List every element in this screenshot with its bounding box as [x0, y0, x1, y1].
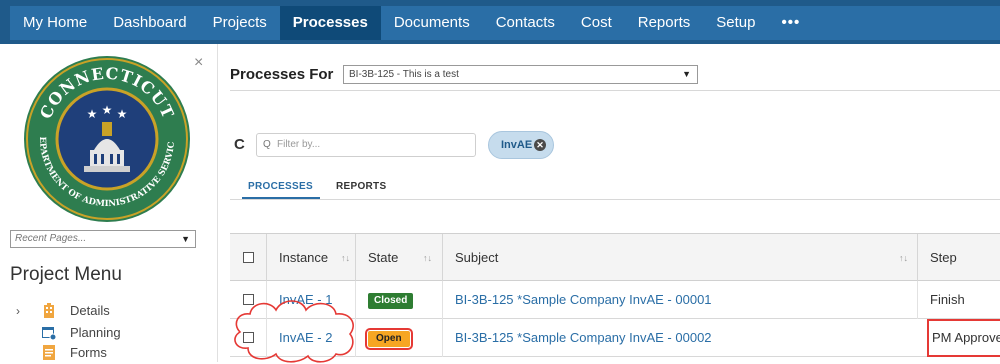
- subject-link[interactable]: BI-3B-125 *Sample Company InvAE - 00002: [455, 330, 712, 345]
- instance-cell: InvAE - 1: [266, 281, 355, 319]
- form-icon: [43, 345, 55, 360]
- divider: [230, 90, 1000, 91]
- subject-cell: BI-3B-125 *Sample Company InvAE - 00002: [442, 319, 917, 357]
- nav-item-contacts[interactable]: Contacts: [483, 6, 568, 40]
- subject-link[interactable]: BI-3B-125 *Sample Company InvAE - 00001: [455, 292, 712, 307]
- chevron-right-icon[interactable]: ›: [16, 302, 20, 320]
- filter-placeholder: Filter by...: [277, 139, 321, 150]
- chevron-down-icon: ▼: [181, 234, 190, 244]
- header-instance-label: Instance: [279, 250, 329, 265]
- row-checkbox-cell: [230, 281, 266, 319]
- header-step[interactable]: Step: [917, 234, 1000, 282]
- row-checkbox-cell: [230, 319, 266, 357]
- row-checkbox[interactable]: [243, 294, 254, 305]
- nav-item-cost[interactable]: Cost: [568, 6, 625, 40]
- header-step-label: Step: [930, 250, 957, 265]
- refresh-icon[interactable]: C: [234, 136, 245, 153]
- connecticut-seal-logo: CONNECTICUT DEPARTMENT OF ADMINISTRATIVE…: [22, 54, 190, 222]
- left-panel: × CONNECTICUT DEPARTMENT OF ADMINISTRATI…: [0, 44, 218, 362]
- subject-cell: BI-3B-125 *Sample Company InvAE - 00001: [442, 281, 917, 319]
- tab-processes[interactable]: PROCESSES: [248, 181, 313, 192]
- select-all-checkbox[interactable]: [243, 252, 254, 263]
- nav-item-processes[interactable]: Processes: [279, 6, 381, 40]
- filter-input[interactable]: Q Filter by...: [256, 133, 476, 157]
- header-subject-label: Subject: [455, 250, 499, 265]
- tab-reports[interactable]: REPORTS: [336, 181, 386, 192]
- recent-pages-dropdown[interactable]: Recent Pages... ▼: [10, 230, 196, 248]
- instance-link[interactable]: InvAE - 1: [279, 292, 332, 307]
- project-select-value: BI-3B-125 - This is a test: [349, 69, 459, 80]
- close-panel-icon[interactable]: ×: [194, 54, 203, 72]
- status-badge: Closed: [368, 292, 414, 309]
- step-cell: Finish: [917, 281, 1000, 319]
- menu-item-label: Planning: [70, 325, 121, 340]
- header-instance[interactable]: Instance ↑↓: [266, 234, 355, 282]
- state-cell: Open: [355, 319, 442, 357]
- nav-item-setup[interactable]: Setup: [703, 6, 768, 40]
- menu-item-label: Forms: [70, 345, 107, 360]
- header-state-label: State: [368, 250, 399, 265]
- header-select-all-cell: [230, 234, 266, 282]
- filter-chip-label: InvAE: [501, 139, 533, 151]
- active-tab-indicator: [242, 197, 320, 199]
- project-menu-title: Project Menu: [10, 264, 122, 285]
- nav-item-documents[interactable]: Documents: [381, 6, 483, 40]
- nav-item-reports[interactable]: Reports: [625, 6, 704, 40]
- instance-cell: InvAE - 2: [266, 319, 355, 357]
- nav-item-my-home[interactable]: My Home: [10, 6, 100, 40]
- project-select[interactable]: BI-3B-125 - This is a test ▼: [343, 65, 698, 84]
- sort-icon[interactable]: ↑↓: [423, 234, 432, 282]
- menu-item-label: Details: [70, 303, 110, 318]
- main-content: Processes For BI-3B-125 - This is a test…: [218, 44, 1000, 363]
- table-row[interactable]: InvAE - 1 Closed BI-3B-125 *Sample Compa…: [230, 281, 1000, 319]
- status-badge: Open: [365, 327, 413, 350]
- table-row[interactable]: InvAE - 2 Open BI-3B-125 *Sample Company…: [230, 319, 1000, 357]
- state-cell: Closed: [355, 281, 442, 319]
- instance-link[interactable]: InvAE - 2: [279, 330, 332, 345]
- header-state[interactable]: State ↑↓: [355, 234, 442, 282]
- building-icon: [44, 303, 54, 318]
- calendar-icon: [42, 327, 56, 340]
- table-header: Instance ↑↓ State ↑↓ Subject ↑↓ Step: [230, 233, 1000, 282]
- search-icon: Q: [263, 139, 271, 150]
- header-subject[interactable]: Subject ↑↓: [442, 234, 917, 282]
- svg-text:★: ★: [117, 107, 128, 121]
- recent-pages-placeholder: Recent Pages...: [15, 233, 87, 244]
- tabs-divider: [230, 199, 1000, 200]
- sort-icon[interactable]: ↑↓: [341, 234, 350, 282]
- chevron-down-icon: ▼: [682, 69, 691, 79]
- step-cell: PM Approve: [927, 319, 1000, 357]
- nav-bar: My Home Dashboard Projects Processes Documen…: [10, 6, 1000, 40]
- top-navigation: My Home Dashboard Projects Processes Documen…: [0, 0, 1000, 44]
- row-checkbox[interactable]: [243, 332, 254, 343]
- more-menu-icon[interactable]: •••: [768, 6, 813, 40]
- remove-chip-icon[interactable]: ✕: [534, 139, 546, 151]
- processes-for-label: Processes For: [230, 66, 334, 83]
- filter-chip-invae[interactable]: InvAE ✕: [488, 131, 554, 159]
- nav-item-projects[interactable]: Projects: [200, 6, 280, 40]
- svg-text:★: ★: [102, 103, 113, 117]
- sort-icon[interactable]: ↑↓: [899, 234, 908, 282]
- nav-item-dashboard[interactable]: Dashboard: [100, 6, 199, 40]
- svg-text:★: ★: [87, 107, 98, 121]
